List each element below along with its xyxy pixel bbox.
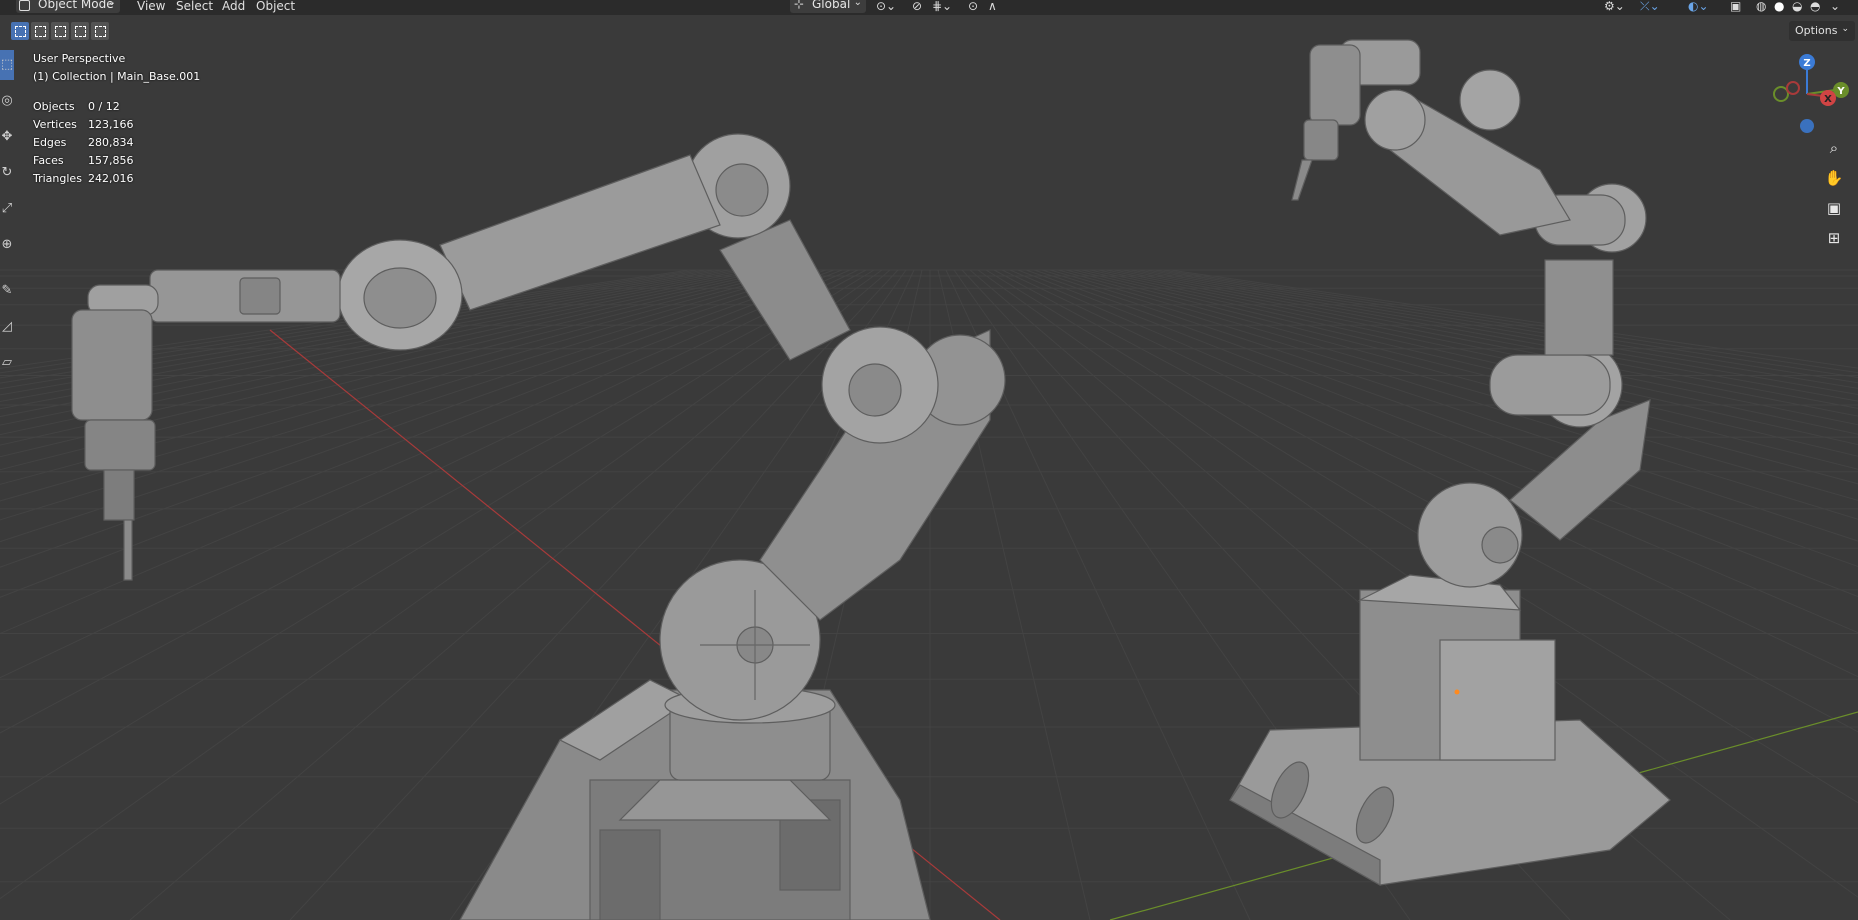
stat-label: Triangles xyxy=(33,172,82,185)
rotate-tool-icon[interactable]: ↻ xyxy=(0,158,14,188)
pivot-point-icon[interactable]: ⊙⌄ xyxy=(876,0,896,13)
mode-label: Object Mode xyxy=(38,0,114,11)
stat-label: Edges xyxy=(33,136,67,149)
gizmo-neg-y-dot xyxy=(1773,86,1789,102)
gizmo-y-label: Y xyxy=(1836,86,1845,97)
xray-icon[interactable]: ▣ xyxy=(1730,0,1741,13)
stat-row: Triangles 242,016 xyxy=(33,172,193,190)
view-name: User Perspective xyxy=(33,52,126,65)
viewport-header: Object Mode ⌄ View Select Add Object ⊹ G… xyxy=(0,0,1858,15)
rendered-shading-icon[interactable]: ◓ xyxy=(1810,0,1820,13)
chevron-down-icon: ⌄ xyxy=(107,0,116,8)
menu-view[interactable]: View xyxy=(137,0,165,13)
orientation-icon: ⊹ xyxy=(794,0,805,11)
options-label: Options xyxy=(1795,24,1838,37)
select-box-tool-icon[interactable]: ⬚ xyxy=(0,50,14,80)
gizmo-z-label: Z xyxy=(1803,58,1810,69)
collection-label: (1) Collection | Main_Base.001 xyxy=(33,70,201,83)
snap-icon[interactable]: ⊘ xyxy=(912,0,922,13)
stat-row: Objects 0 / 12 xyxy=(33,100,193,118)
statistics-panel: Objects 0 / 12 Vertices 123,166 Edges 280,8… xyxy=(33,100,193,190)
stat-row: Vertices 123,166 xyxy=(33,118,193,136)
shading-options-chevron-icon[interactable]: ⌄ xyxy=(1830,0,1840,13)
magnifier-plus-icon[interactable]: ⌕ xyxy=(1820,134,1848,162)
orientation-label: Global xyxy=(812,0,851,11)
stat-row: Faces 157,856 xyxy=(33,154,193,172)
select-subtract-button[interactable] xyxy=(51,22,69,40)
stat-label: Objects xyxy=(33,100,75,113)
measure-tool-icon[interactable]: ◿ xyxy=(0,312,14,342)
gizmo-toggle-icon[interactable]: ⤫⌄ xyxy=(1640,0,1660,14)
overlay-toggle-icon[interactable]: ◐⌄ xyxy=(1688,0,1709,13)
scale-tool-icon[interactable]: ⤢ xyxy=(0,194,14,224)
grid-icon[interactable]: ⊞ xyxy=(1820,224,1848,252)
cursor-tool-icon[interactable]: ◎ xyxy=(0,86,14,116)
proportional-edit-icon[interactable]: ⊙ xyxy=(968,0,978,13)
select-intersect-button[interactable] xyxy=(91,22,109,40)
options-dropdown[interactable]: Options ⌄ xyxy=(1789,21,1855,41)
add-cube-tool-icon[interactable]: ▱ xyxy=(0,348,14,378)
gizmo-neg-z-dot xyxy=(1800,119,1814,133)
select-extend-button[interactable] xyxy=(31,22,49,40)
falloff-icon[interactable]: ∧ xyxy=(988,0,997,13)
hand-icon[interactable]: ✋ xyxy=(1820,164,1848,192)
gizmo-x-label: X xyxy=(1824,94,1832,105)
move-tool-icon[interactable]: ✥ xyxy=(0,122,14,152)
wireframe-shading-icon[interactable]: ◍ xyxy=(1756,0,1766,13)
solid-shading-icon[interactable]: ● xyxy=(1774,0,1784,13)
snap-target-icon[interactable]: ⋕⌄ xyxy=(932,0,952,13)
visibility-icon[interactable]: ⚙⌄ xyxy=(1604,0,1625,13)
select-new-button[interactable] xyxy=(11,22,29,40)
annotate-tool-icon[interactable]: ✎ xyxy=(0,276,14,306)
stat-label: Vertices xyxy=(33,118,77,131)
object-mode-icon xyxy=(19,0,30,11)
material-shading-icon[interactable]: ◒ xyxy=(1792,0,1802,13)
menu-object[interactable]: Object xyxy=(256,0,295,13)
stat-value: 0 / 12 xyxy=(88,100,120,113)
menu-select[interactable]: Select xyxy=(176,0,213,13)
stat-value: 242,016 xyxy=(88,172,134,185)
chevron-down-icon: ⌄ xyxy=(1841,24,1849,34)
left-toolbar: ⬚ ◎ ✥ ↻ ⤢ ⊕ ✎ ◿ ▱ xyxy=(0,50,14,380)
transform-tool-icon[interactable]: ⊕ xyxy=(0,230,14,260)
navigation-gizmo[interactable]: Z Y X xyxy=(1765,50,1855,140)
gizmo-neg-x-dot xyxy=(1786,81,1800,95)
stat-value: 280,834 xyxy=(88,136,134,149)
chevron-down-icon: ⌄ xyxy=(853,0,862,8)
select-invert-button[interactable] xyxy=(71,22,89,40)
transform-orientation-dropdown[interactable]: ⊹ Global ⌄ xyxy=(790,0,866,13)
selection-mode-row xyxy=(11,22,109,40)
menu-add[interactable]: Add xyxy=(222,0,245,13)
stat-row: Edges 280,834 xyxy=(33,136,193,154)
stat-value: 157,856 xyxy=(88,154,134,167)
stat-label: Faces xyxy=(33,154,64,167)
camera-icon[interactable]: ▣ xyxy=(1820,194,1848,222)
3d-viewport[interactable] xyxy=(0,0,1858,920)
mode-dropdown[interactable]: Object Mode ⌄ xyxy=(16,0,120,13)
stat-value: 123,166 xyxy=(88,118,134,131)
